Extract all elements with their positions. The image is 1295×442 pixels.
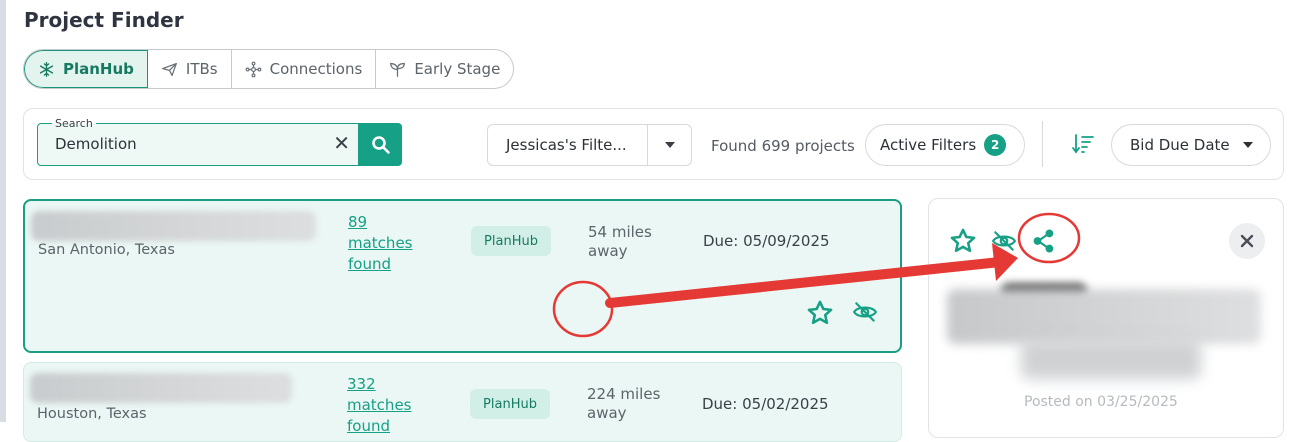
- project-distance: 224 miles away: [587, 385, 677, 423]
- tab-label: Connections: [269, 60, 363, 78]
- snowflake-icon: [39, 61, 54, 77]
- search-label: Search: [52, 117, 96, 130]
- source-tabs: PlanHub ITBs Connections Early Stage: [23, 49, 515, 89]
- card-actions: [806, 299, 878, 327]
- distance-value: 54 miles: [588, 223, 652, 241]
- matches-word: matches: [347, 396, 412, 414]
- eye-off-icon[interactable]: [991, 228, 1017, 254]
- saved-filter-select[interactable]: Jessicas's Filte...: [487, 124, 692, 166]
- project-location: Houston, Texas: [37, 406, 147, 422]
- detail-actions: [949, 227, 1057, 255]
- project-card[interactable]: San Antonio, Texas 89 matches found Plan…: [23, 199, 902, 353]
- sort-label: Bid Due Date: [1130, 136, 1230, 154]
- matches-link[interactable]: 89 matches found: [348, 212, 428, 275]
- source-tag: PlanHub: [471, 226, 551, 256]
- matches-word: matches: [348, 234, 413, 252]
- network-icon: [245, 61, 262, 77]
- search-toolbar: Search Demolition ✕ Jessicas's Filte... …: [23, 108, 1284, 180]
- matches-link[interactable]: 332 matches found: [347, 374, 427, 437]
- project-distance: 54 miles away: [588, 223, 678, 261]
- blurred-project-details: [1021, 339, 1201, 379]
- matches-found: found: [347, 417, 390, 435]
- toolbar-divider: [1042, 121, 1043, 167]
- star-icon[interactable]: [949, 227, 977, 255]
- active-filters-button[interactable]: Active Filters 2: [865, 124, 1025, 166]
- caret-down-icon: [664, 142, 675, 148]
- sort-direction-button[interactable]: [1071, 133, 1095, 159]
- due-date: Due: 05/09/2025: [703, 232, 830, 250]
- tab-label: ITBs: [185, 60, 218, 78]
- sort-select[interactable]: Bid Due Date: [1111, 124, 1271, 166]
- results-count: Found 699 projects: [711, 137, 855, 155]
- tab-connections[interactable]: Connections: [232, 50, 377, 88]
- matches-count: 332: [347, 375, 376, 393]
- caret-down-icon: [1242, 142, 1253, 148]
- left-rail: [0, 0, 6, 422]
- matches-found: found: [348, 255, 391, 273]
- active-filters-badge: 2: [984, 134, 1007, 156]
- paper-plane-icon: [161, 62, 177, 76]
- active-filters-label: Active Filters: [880, 136, 977, 154]
- search-button[interactable]: [359, 123, 402, 166]
- distance-suffix: away: [588, 242, 628, 260]
- sprout-icon: [390, 62, 406, 77]
- search-icon: [371, 135, 390, 154]
- project-detail-panel: Posted on 03/25/2025: [928, 198, 1284, 438]
- matches-count: 89: [348, 213, 368, 231]
- distance-suffix: away: [587, 404, 627, 422]
- tab-planhub[interactable]: PlanHub: [24, 50, 148, 88]
- tab-early-stage[interactable]: Early Stage: [376, 50, 513, 88]
- search-value: Demolition: [55, 135, 137, 153]
- saved-filter-label: Jessicas's Filte...: [488, 125, 648, 165]
- posted-date: Posted on 03/25/2025: [1024, 394, 1178, 410]
- tab-label: Early Stage: [414, 60, 501, 78]
- search-input[interactable]: Search Demolition ✕: [37, 117, 359, 166]
- star-icon[interactable]: [806, 299, 834, 327]
- blurred-project-image: [947, 289, 1261, 344]
- source-tag: PlanHub: [470, 389, 550, 419]
- page-title: Project Finder: [24, 8, 184, 32]
- blurred-project-title: [31, 211, 316, 241]
- eye-off-icon[interactable]: [852, 299, 878, 325]
- project-location: San Antonio, Texas: [38, 242, 175, 258]
- share-icon[interactable]: [1031, 228, 1057, 254]
- project-card[interactable]: Houston, Texas 332 matches found PlanHub…: [23, 362, 902, 442]
- dropdown-toggle[interactable]: [648, 125, 691, 165]
- sort-descending-icon: [1072, 134, 1094, 154]
- tab-itbs[interactable]: ITBs: [148, 50, 232, 88]
- blurred-project-title: [30, 373, 292, 403]
- distance-value: 224 miles: [587, 385, 661, 403]
- clear-search-icon[interactable]: ✕: [333, 133, 350, 153]
- close-icon: [1240, 234, 1254, 248]
- tab-label: PlanHub: [63, 60, 134, 78]
- close-button[interactable]: [1229, 223, 1265, 259]
- due-date: Due: 05/02/2025: [702, 395, 829, 413]
